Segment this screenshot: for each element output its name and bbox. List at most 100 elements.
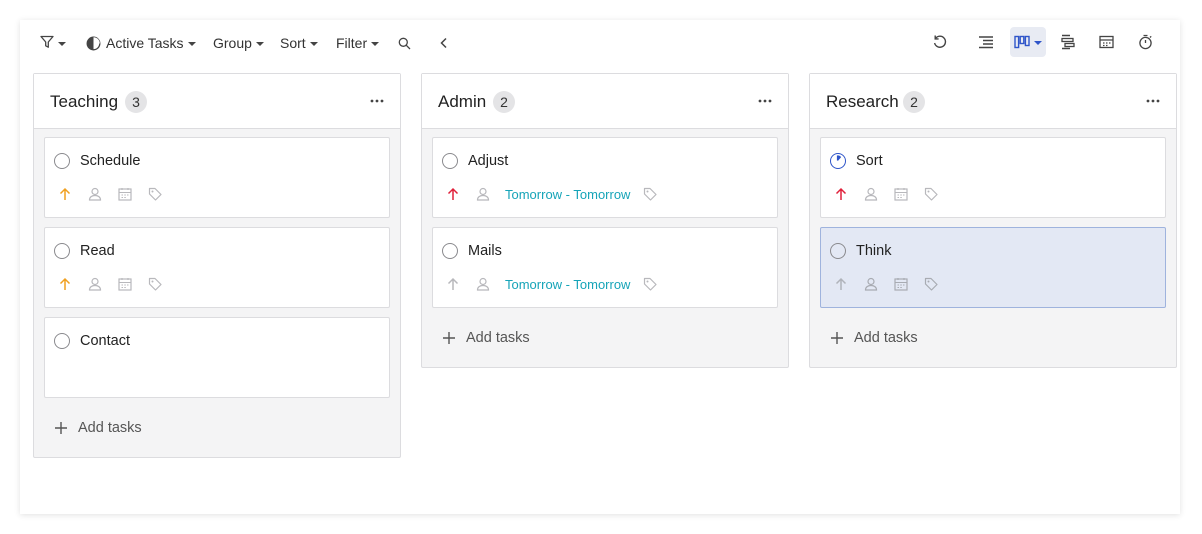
task-card[interactable]: Schedule: [44, 137, 390, 218]
plus-icon: [54, 421, 68, 435]
task-title: Mails: [468, 243, 502, 259]
tag-icon[interactable]: [923, 186, 939, 202]
priority-arrow-icon[interactable]: [57, 186, 73, 202]
calendar-icon[interactable]: [117, 276, 133, 292]
column-count-badge: 2: [903, 91, 925, 113]
calendar-view-button[interactable]: [1088, 27, 1124, 57]
priority-arrow-icon[interactable]: [445, 186, 461, 202]
active-tasks-dropdown[interactable]: Active Tasks: [86, 31, 196, 55]
priority-arrow-icon[interactable]: [445, 276, 461, 292]
calendar-icon[interactable]: [893, 276, 909, 292]
active-tasks-label: Active Tasks: [106, 35, 184, 51]
sort-dropdown[interactable]: Sort: [280, 31, 318, 55]
gantt-view-button[interactable]: [1050, 27, 1086, 57]
search-button[interactable]: [398, 31, 411, 55]
board-window: Active Tasks Group Sort Filter Teaching …: [20, 20, 1180, 514]
timer-button[interactable]: [1127, 27, 1163, 57]
group-dropdown[interactable]: Group: [213, 31, 264, 55]
pie-chart-icon: [86, 36, 101, 51]
list-view-button[interactable]: [968, 27, 1004, 57]
task-meta: Tomorrow - Tomorrow: [445, 186, 672, 202]
add-tasks-label: Add tasks: [78, 420, 142, 436]
filter-label: Filter: [336, 35, 368, 51]
task-card[interactable]: Sort: [820, 137, 1166, 218]
calendar-icon[interactable]: [117, 186, 133, 202]
gantt-view-icon: [1060, 34, 1076, 50]
task-card[interactable]: Contact: [44, 317, 390, 398]
filter-dropdown[interactable]: Filter: [336, 31, 380, 55]
date-range[interactable]: Tomorrow - Tomorrow: [505, 187, 630, 202]
add-tasks-button[interactable]: Add tasks: [830, 328, 918, 348]
assignee-icon[interactable]: [87, 186, 103, 202]
task-card[interactable]: Read: [44, 227, 390, 308]
column-count-badge: 2: [493, 91, 515, 113]
priority-arrow-icon[interactable]: [833, 186, 849, 202]
undo-icon: [932, 34, 948, 50]
column-header: Teaching 3: [34, 74, 400, 129]
toolbar: Active Tasks Group Sort Filter: [20, 20, 1180, 66]
task-meta: [57, 276, 177, 292]
chevron-down-icon: [58, 42, 66, 46]
complete-checkbox[interactable]: [54, 153, 70, 169]
task-meta: [57, 186, 177, 202]
plus-icon: [830, 331, 844, 345]
add-tasks-button[interactable]: Add tasks: [54, 418, 142, 438]
priority-arrow-icon[interactable]: [833, 276, 849, 292]
calendar-view-icon: [1098, 35, 1114, 49]
add-tasks-label: Add tasks: [854, 330, 918, 346]
column-admin: Admin 2 Adjust Tomorrow - Tomorrow Mails: [421, 73, 789, 368]
add-tasks-button[interactable]: Add tasks: [442, 328, 530, 348]
task-card-selected[interactable]: Think: [820, 227, 1166, 308]
plus-icon: [442, 331, 456, 345]
chevron-down-icon: [309, 42, 318, 46]
assignee-icon[interactable]: [863, 276, 879, 292]
task-meta: Tomorrow - Tomorrow: [445, 276, 672, 292]
board-view-icon: [1014, 35, 1030, 49]
task-title: Schedule: [80, 153, 141, 169]
tag-icon[interactable]: [147, 276, 163, 292]
tag-icon[interactable]: [147, 186, 163, 202]
tag-icon[interactable]: [923, 276, 939, 292]
column-title: Admin: [438, 92, 487, 111]
complete-checkbox[interactable]: [442, 153, 458, 169]
column-title: Research: [826, 92, 899, 111]
more-options-icon[interactable]: [756, 92, 774, 110]
complete-checkbox[interactable]: [54, 333, 70, 349]
more-options-icon[interactable]: [368, 92, 386, 110]
task-card[interactable]: Mails Tomorrow - Tomorrow: [432, 227, 778, 308]
list-view-icon: [978, 35, 994, 49]
filter-toggle-button[interactable]: [40, 31, 66, 55]
task-title: Think: [856, 243, 892, 259]
group-label: Group: [213, 35, 252, 51]
undo-button[interactable]: [922, 27, 958, 57]
task-card[interactable]: Adjust Tomorrow - Tomorrow: [432, 137, 778, 218]
assignee-icon[interactable]: [87, 276, 103, 292]
task-title: Adjust: [468, 153, 509, 169]
priority-arrow-icon[interactable]: [57, 276, 73, 292]
in-progress-status-icon[interactable]: [830, 153, 846, 169]
calendar-icon[interactable]: [893, 186, 909, 202]
collapse-button[interactable]: [439, 31, 449, 55]
sort-label: Sort: [280, 35, 306, 51]
date-range[interactable]: Tomorrow - Tomorrow: [505, 277, 630, 292]
timer-icon: [1138, 34, 1153, 50]
task-title: Contact: [80, 333, 130, 349]
tag-icon[interactable]: [642, 276, 658, 292]
complete-checkbox[interactable]: [54, 243, 70, 259]
chevron-left-icon: [439, 37, 449, 49]
tag-icon[interactable]: [642, 186, 658, 202]
search-icon: [398, 37, 411, 50]
board-view-button[interactable]: [1010, 27, 1046, 57]
task-meta: [833, 186, 953, 202]
chevron-down-icon: [255, 42, 264, 46]
task-title: Sort: [856, 153, 883, 169]
assignee-icon[interactable]: [475, 186, 491, 202]
column-title: Teaching: [50, 92, 119, 111]
complete-checkbox[interactable]: [442, 243, 458, 259]
assignee-icon[interactable]: [475, 276, 491, 292]
assignee-icon[interactable]: [863, 186, 879, 202]
complete-checkbox[interactable]: [830, 243, 846, 259]
chevron-down-icon: [187, 42, 196, 46]
chevron-down-icon: [371, 42, 380, 46]
more-options-icon[interactable]: [1144, 92, 1162, 110]
